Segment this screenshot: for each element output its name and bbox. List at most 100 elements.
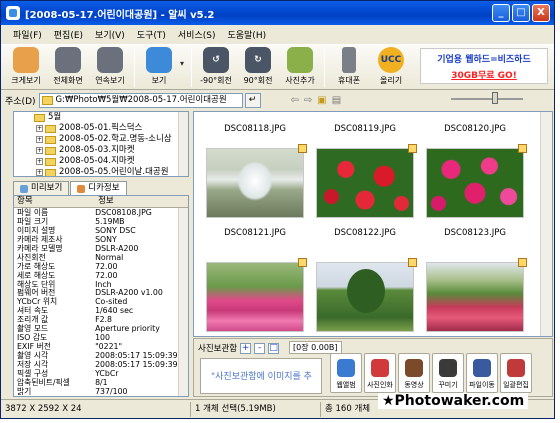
folder-icon — [41, 95, 53, 105]
rotate-left-button[interactable]: ↺ -90°회전 — [195, 45, 237, 89]
table-row[interactable]: 촬영 시각 2008:05:17 15:09:39 — [14, 351, 188, 360]
tree-item[interactable]: + 2008-05-04.지마켓 — [14, 156, 188, 167]
table-row[interactable]: 파일 이름 DSC08108.JPG — [14, 208, 188, 217]
status-dimensions: 3872 X 2592 X 24 — [1, 401, 191, 417]
decorate-button[interactable]: 꾸미기 — [432, 353, 464, 393]
add-to-box-button[interactable]: + — [240, 342, 252, 354]
ad-line-2[interactable]: 30GB무료 GO! — [421, 68, 547, 81]
menu-help[interactable]: 도움말(H) — [221, 28, 272, 41]
table-row[interactable]: 카메라 제조사 SONY — [14, 235, 188, 244]
remove-from-box-button[interactable]: - — [254, 342, 266, 354]
menu-file[interactable]: 파일(F) — [7, 28, 48, 41]
tab-preview[interactable]: 미리보기 — [13, 181, 70, 195]
table-row[interactable]: 세로 해상도 72.00 — [14, 271, 188, 280]
folder-icon — [34, 113, 45, 122]
tab-camera-info[interactable]: 디카정보 — [70, 181, 127, 195]
grid-scrollbar[interactable] — [540, 112, 552, 336]
back-arrow-icon[interactable]: ⇦ — [291, 95, 299, 106]
maximize-button[interactable]: □ — [512, 4, 530, 22]
tree-item[interactable]: + 2008-05-03.지마켓 — [14, 145, 188, 156]
thumbnail-red-flowers[interactable] — [316, 148, 414, 218]
table-row[interactable]: 사진회전 Normal — [14, 253, 188, 262]
slider-thumb[interactable] — [492, 92, 498, 104]
table-row[interactable]: 저장 시각 2008:05:17 15:09:39 — [14, 360, 188, 369]
menu-tools[interactable]: 도구(T) — [131, 28, 172, 41]
decorate-icon — [439, 359, 457, 377]
table-row[interactable]: 노출 보정0/10 — [14, 396, 188, 397]
sort-icon[interactable]: ▤ — [332, 95, 341, 106]
view-button[interactable]: 보기 — [138, 45, 180, 89]
address-go-button[interactable]: ↵ — [244, 92, 261, 108]
table-row[interactable]: 압축된비트/픽셀 8/1 — [14, 378, 188, 387]
thumbnail-field[interactable] — [426, 262, 524, 332]
batch-edit-button[interactable]: 일괄편집 — [500, 353, 532, 393]
advertisement-banner[interactable]: 기업용 웹하드=비즈하드 30GB무료 GO! — [420, 48, 548, 84]
slideshow-label: 연속보기 — [95, 76, 125, 85]
column-header-item[interactable]: 항목 — [14, 196, 95, 207]
thumbnail-garden[interactable] — [206, 262, 304, 332]
fullscreen-button[interactable]: 전체화면 — [47, 45, 89, 89]
expand-icon[interactable]: + — [36, 158, 43, 165]
photo-box-drop-area[interactable]: "사진보관함에 이미지를 추 — [200, 358, 322, 394]
table-row[interactable]: 촬영 모드 Aperture priority — [14, 324, 188, 333]
table-row[interactable]: ISO 감도 100 — [14, 333, 188, 342]
menu-service[interactable]: 서비스(S) — [172, 28, 222, 41]
table-row[interactable]: 셔터 속도 1/640 sec — [14, 306, 188, 315]
thumbnail-pink-flowers[interactable] — [426, 148, 524, 218]
column-header-info[interactable]: 정보 — [95, 196, 188, 207]
table-row[interactable]: 해상도 단위 Inch — [14, 280, 188, 289]
expand-icon[interactable]: + — [36, 136, 43, 143]
left-pane: 5월 + 2008-05-01.픽스덕스 + 2008-05-02.학교.명동-… — [3, 111, 189, 397]
expand-icon[interactable]: + — [36, 147, 43, 154]
tree-item[interactable]: + 2008-05-01.픽스덕스 — [14, 123, 188, 134]
table-row[interactable]: 가로 해상도 72.00 — [14, 262, 188, 271]
menu-edit[interactable]: 편집(E) — [48, 28, 89, 41]
web-album-button[interactable]: 웹앨범 — [330, 353, 362, 393]
info-value: Normal — [95, 252, 124, 262]
expand-icon[interactable]: + — [36, 125, 43, 132]
tree-item[interactable]: 5월 — [14, 112, 188, 123]
address-input[interactable]: G:₩Photo₩5월₩2008-05-17.어린이대공원 — [38, 92, 243, 108]
rotate-right-button[interactable]: ↻ 90°회전 — [237, 45, 279, 89]
info-key: 파일 이름 — [17, 208, 49, 217]
thumbnail-caption: DSC08122.JPG — [334, 228, 396, 238]
tree-item[interactable]: + 2008-05-02.학교.명동-소니삼 — [14, 134, 188, 145]
info-scrollbar[interactable] — [178, 208, 188, 396]
table-row[interactable]: 조리개 값 F2.8 — [14, 315, 188, 324]
table-row[interactable]: EXIF 버전 "0221" — [14, 342, 188, 351]
title-bar[interactable]: [2008-05-17.어린이대공원] - 알씨 v5.2 _ □ X — [1, 1, 554, 25]
ucc-upload-button[interactable]: UCC 올리기 — [370, 45, 412, 89]
up-folder-icon[interactable]: ▣ — [317, 95, 326, 106]
minimize-button[interactable]: _ — [492, 4, 510, 22]
menu-view[interactable]: 보기(V) — [89, 28, 131, 41]
tree-item[interactable]: + 2008-05-05.어린이날.대공원 — [14, 167, 188, 176]
thumbnail-caption: DSC08120.JPG — [444, 124, 506, 134]
clear-box-button[interactable]: □ — [268, 342, 280, 354]
table-row[interactable]: 펌웨어 버전 DSLR-A200 v1.00 — [14, 288, 188, 297]
info-value: 5.19MB — [95, 216, 125, 226]
thumbnail-tree[interactable] — [316, 262, 414, 332]
slideshow-button[interactable]: 연속보기 — [89, 45, 131, 89]
video-button[interactable]: 동영상 — [398, 353, 430, 393]
photo-print-button[interactable]: 사진인화 — [364, 353, 396, 393]
thumbnail-size-slider[interactable] — [451, 98, 523, 100]
info-value: 1/640 sec — [95, 306, 134, 316]
mobile-phone-button[interactable]: 휴대폰 — [328, 45, 370, 89]
close-button[interactable]: X — [532, 4, 550, 22]
table-row[interactable]: 파일 크기 5.19MB — [14, 217, 188, 226]
tree-scrollbar[interactable] — [178, 112, 188, 176]
table-row[interactable]: YCbCr 위치 Co-sited — [14, 297, 188, 306]
table-row[interactable]: 밝기 737/100 — [14, 387, 188, 396]
photo-box-tools: 웹앨범 사진인화 동영상 꾸미기 파일이동 일괄편집 — [330, 353, 532, 393]
table-row[interactable]: 픽셀 구성 YCbCr — [14, 369, 188, 378]
thumbnail-fountain[interactable] — [206, 148, 304, 218]
info-value: Co-sited — [95, 297, 128, 307]
table-row[interactable]: 카메라 모델명 DSLR-A200 — [14, 244, 188, 253]
view-dropdown-arrow-icon[interactable]: ▾ — [180, 59, 184, 68]
forward-arrow-icon[interactable]: ⇨ — [304, 95, 312, 106]
table-row[interactable]: 이미지 설명 SONY DSC — [14, 226, 188, 235]
expand-icon[interactable]: + — [36, 169, 43, 176]
file-move-button[interactable]: 파일이동 — [466, 353, 498, 393]
add-photo-button[interactable]: 사진추가 — [279, 45, 321, 89]
zoom-view-button[interactable]: 크게보기 — [5, 45, 47, 89]
